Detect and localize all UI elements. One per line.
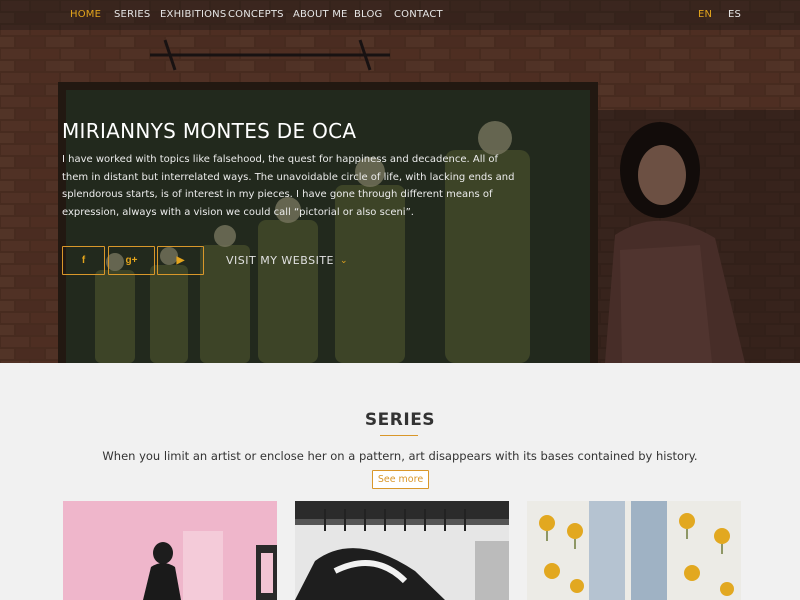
chevron-down-icon: ⌄ (340, 255, 349, 266)
visit-website-link[interactable]: VISIT MY WEBSITE ⌄ (226, 254, 348, 267)
series-heading: SERIES (364, 410, 436, 430)
see-more-button[interactable]: See more (372, 470, 429, 489)
language-en[interactable]: EN (698, 9, 712, 20)
facebook-icon: f (81, 255, 86, 266)
language-es[interactable]: ES (728, 9, 741, 20)
nav-item-home[interactable]: HOME (70, 9, 101, 20)
nav-item-series[interactable]: SERIES (114, 9, 150, 20)
google-plus-icon: g+ (125, 255, 138, 266)
series-thumbnail-image (63, 501, 277, 600)
hero-title: MIRIANNYS MONTES DE OCA (62, 119, 357, 143)
hero-section: HOME SERIES EXHIBITIONS CONCEPTS ABOUT M… (0, 0, 800, 363)
series-thumbnail[interactable] (63, 501, 277, 600)
series-heading-divider (380, 435, 418, 436)
nav-item-contact[interactable]: CONTACT (394, 9, 443, 20)
series-thumbnail-image (295, 501, 509, 600)
series-thumbnail[interactable] (295, 501, 509, 600)
facebook-button[interactable]: f (62, 246, 105, 275)
series-thumbnail[interactable] (527, 501, 741, 600)
nav-item-blog[interactable]: BLOG (354, 9, 383, 20)
series-thumbnail-image (527, 501, 741, 600)
google-plus-button[interactable]: g+ (108, 246, 155, 275)
series-subtitle: When you limit an artist or enclose her … (102, 449, 698, 463)
visit-website-label: VISIT MY WEBSITE (226, 254, 334, 267)
hero-description: I have worked with topics like falsehood… (62, 154, 515, 218)
nav-item-about-me[interactable]: ABOUT ME (293, 9, 348, 20)
youtube-button[interactable]: ▶ (157, 246, 204, 275)
top-navigation: HOME SERIES EXHIBITIONS CONCEPTS ABOUT M… (0, 0, 800, 30)
youtube-icon: ▶ (176, 255, 185, 266)
nav-item-concepts[interactable]: CONCEPTS (228, 9, 284, 20)
nav-item-exhibitions[interactable]: EXHIBITIONS (160, 9, 226, 20)
